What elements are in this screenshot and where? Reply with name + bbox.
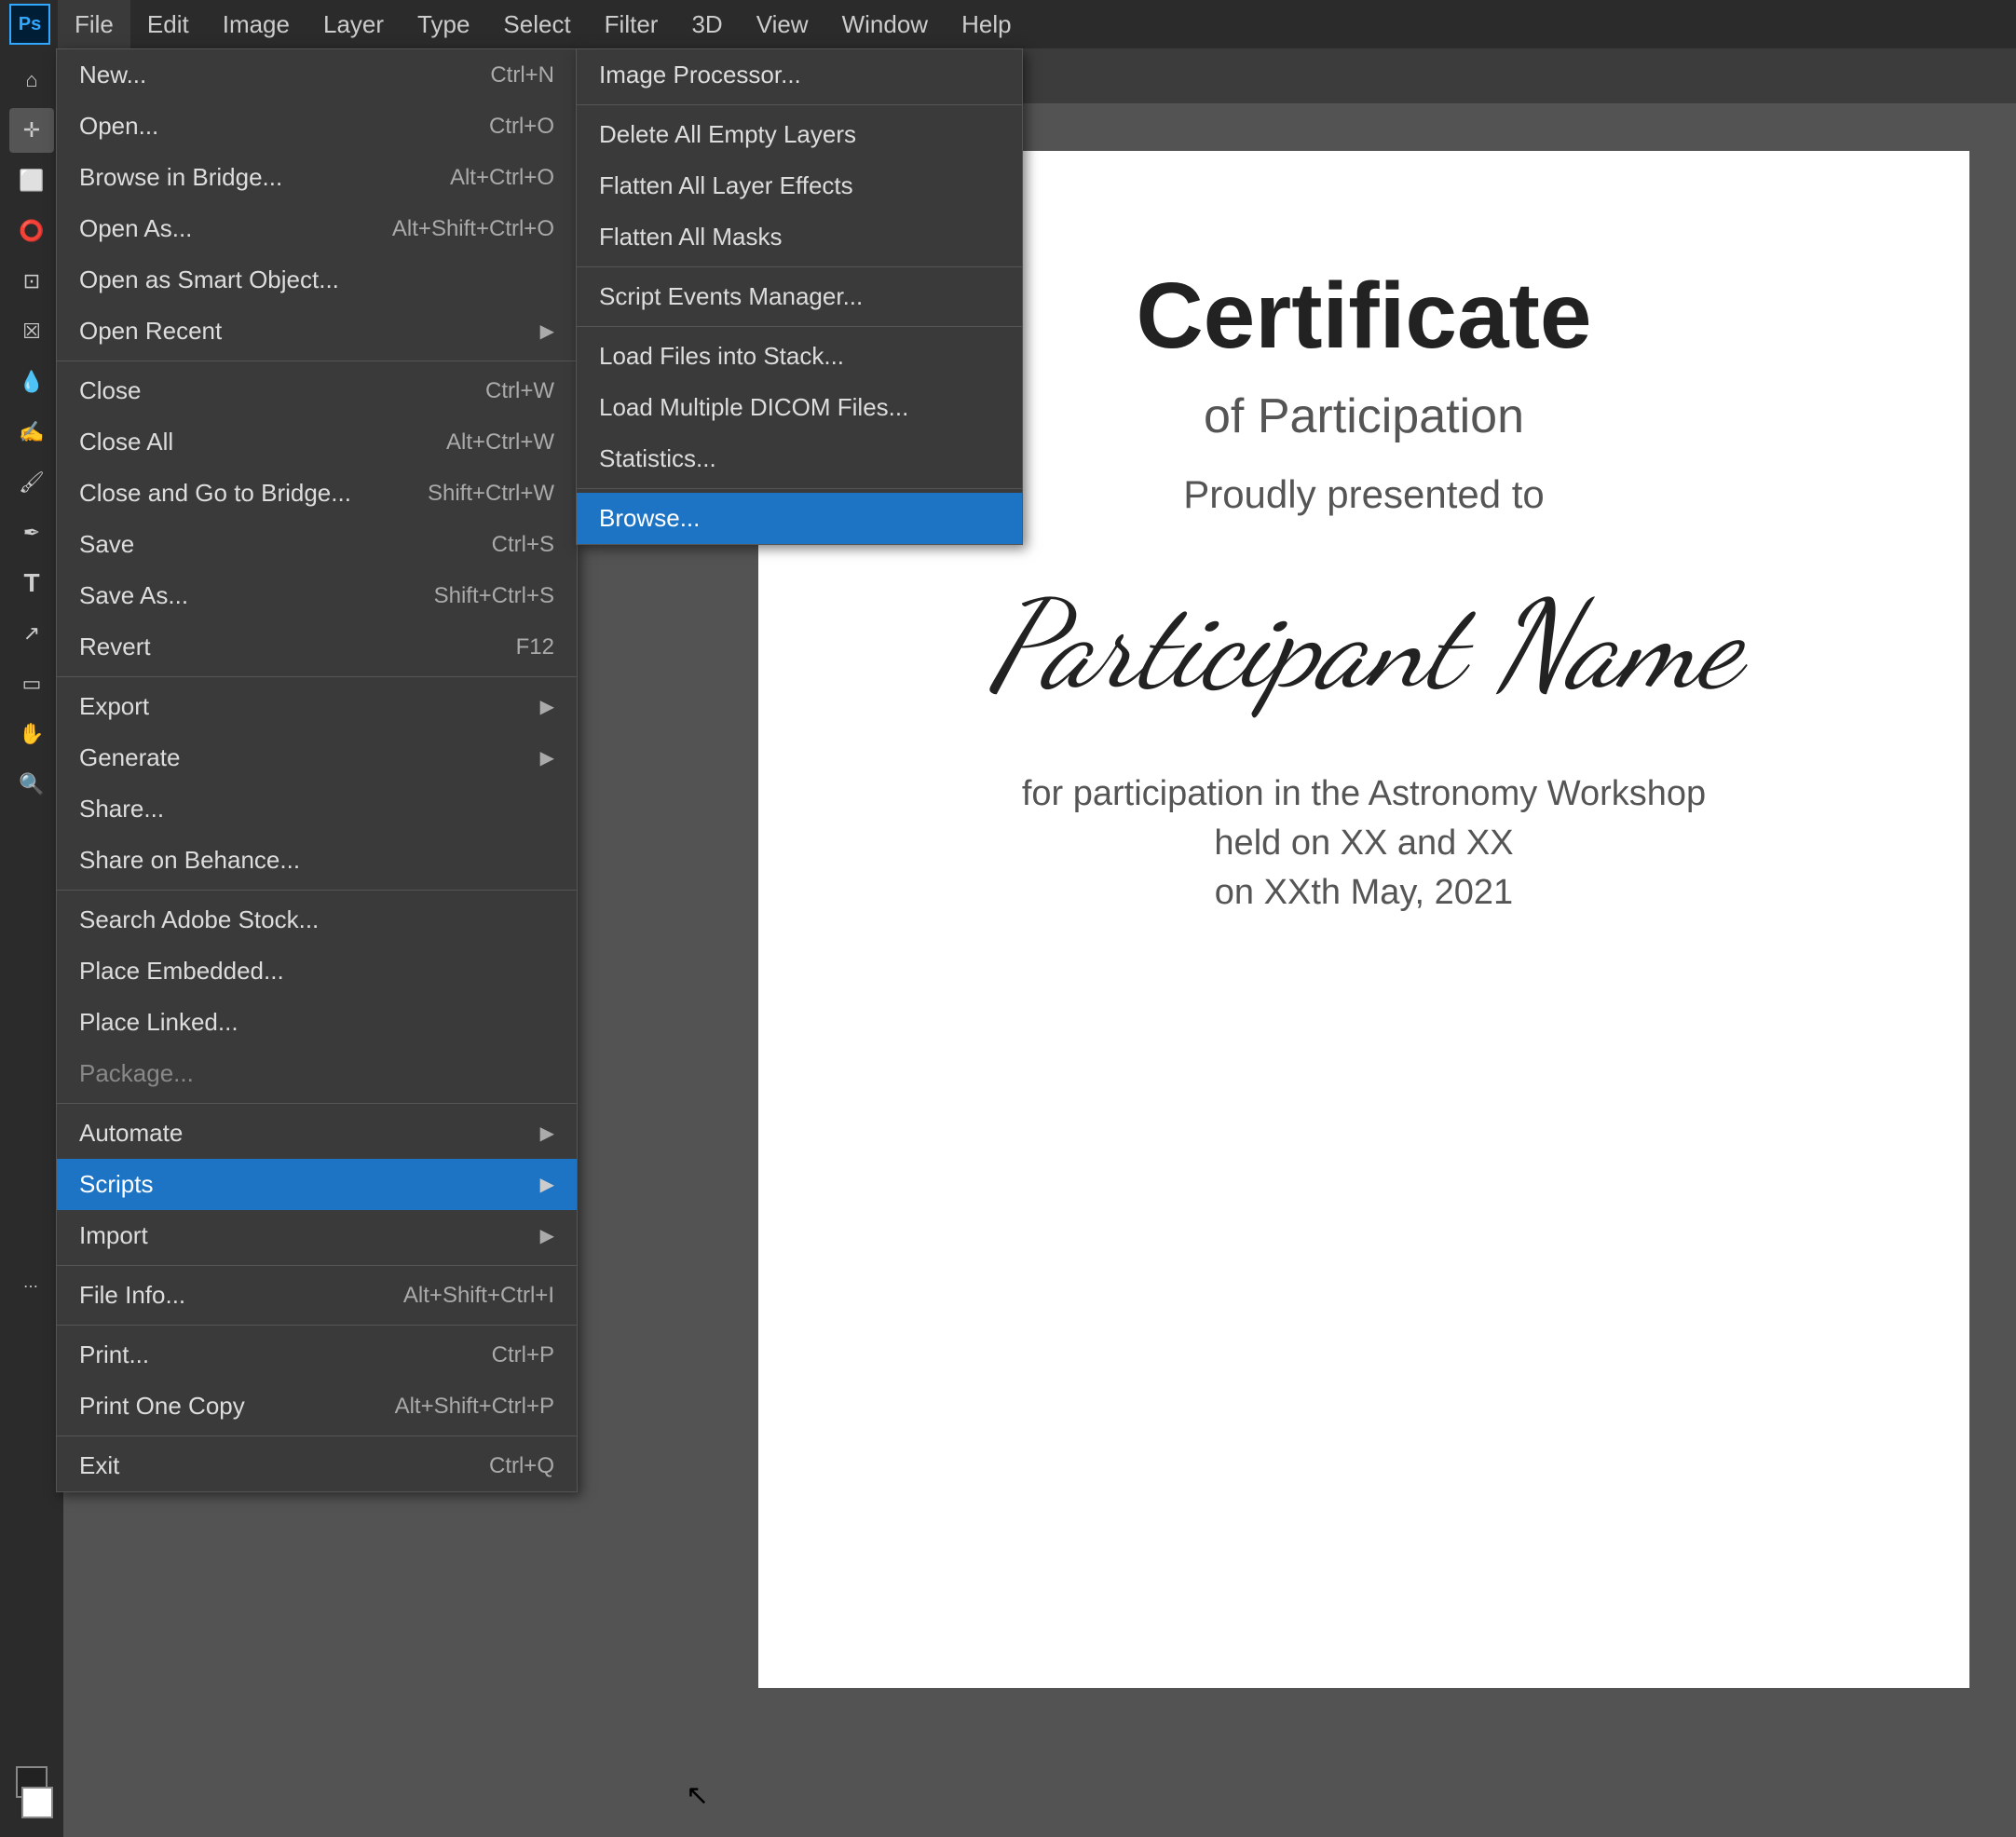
lasso-tool-icon[interactable]: ⭕ bbox=[9, 209, 54, 253]
file-place-embedded[interactable]: Place Embedded... bbox=[57, 946, 577, 997]
selection-tool-icon[interactable]: ⬜ bbox=[9, 158, 54, 203]
file-export[interactable]: Export ▶ bbox=[57, 681, 577, 732]
left-tool-panel: ⌂ ✛ ⬜ ⭕ ⊡ ☒ 💧 ✍ 🖌 ✒ T ↗ ▭ ✋ 🔍 ⋯ bbox=[0, 48, 63, 1837]
scripts-delete-empty-layers[interactable]: Delete All Empty Layers bbox=[577, 109, 1022, 160]
cert-presented: Proudly presented to bbox=[1183, 472, 1545, 517]
menu-help[interactable]: Help bbox=[945, 0, 1028, 48]
menu-image[interactable]: Image bbox=[206, 0, 306, 48]
menu-view[interactable]: View bbox=[740, 0, 825, 48]
file-import[interactable]: Import ▶ bbox=[57, 1210, 577, 1261]
scripts-browse[interactable]: Browse... bbox=[577, 493, 1022, 544]
cert-for-line2: held on XX and XX bbox=[1214, 823, 1513, 864]
file-search-stock[interactable]: Search Adobe Stock... bbox=[57, 894, 577, 946]
file-automate[interactable]: Automate ▶ bbox=[57, 1108, 577, 1159]
file-info[interactable]: File Info... Alt+Shift+Ctrl+I bbox=[57, 1270, 577, 1321]
menu-3d[interactable]: 3D bbox=[674, 0, 739, 48]
file-revert[interactable]: Revert F12 bbox=[57, 621, 577, 673]
file-generate[interactable]: Generate ▶ bbox=[57, 732, 577, 783]
scripts-load-dicom[interactable]: Load Multiple DICOM Files... bbox=[577, 382, 1022, 433]
file-share-behance[interactable]: Share on Behance... bbox=[57, 835, 577, 886]
file-browse-bridge[interactable]: Browse in Bridge... Alt+Ctrl+O bbox=[57, 152, 577, 203]
scripts-divider-2 bbox=[577, 266, 1022, 267]
scripts-flatten-layer-effects[interactable]: Flatten All Layer Effects bbox=[577, 160, 1022, 211]
cert-date: on XXth May, 2021 bbox=[1215, 873, 1513, 913]
path-selection-icon[interactable]: ↗ bbox=[9, 611, 54, 656]
file-close-go-bridge[interactable]: Close and Go to Bridge... Shift+Ctrl+W bbox=[57, 468, 577, 519]
file-exit[interactable]: Exit Ctrl+Q bbox=[57, 1440, 577, 1491]
file-print[interactable]: Print... Ctrl+P bbox=[57, 1329, 577, 1381]
more-tools-icon[interactable]: ⋯ bbox=[9, 1264, 54, 1309]
file-scripts[interactable]: Scripts ▶ bbox=[57, 1159, 577, 1210]
menu-layer[interactable]: Layer bbox=[306, 0, 401, 48]
cert-subtitle: of Participation bbox=[1204, 388, 1524, 444]
menu-bar: Ps File Edit Image Layer Type Select Fil… bbox=[0, 0, 2016, 48]
scripts-statistics[interactable]: Statistics... bbox=[577, 433, 1022, 484]
file-menu-dropdown: New... Ctrl+N Open... Ctrl+O Browse in B… bbox=[56, 48, 578, 1492]
hand-tool-icon[interactable]: ✋ bbox=[9, 712, 54, 756]
file-open-smart-object[interactable]: Open as Smart Object... bbox=[57, 254, 577, 306]
file-close-all[interactable]: Close All Alt+Ctrl+W bbox=[57, 416, 577, 468]
menu-items: File Edit Image Layer Type Select Filter… bbox=[58, 0, 1028, 48]
paint-brush-icon[interactable]: 🖌 bbox=[9, 460, 54, 505]
scripts-divider-1 bbox=[577, 104, 1022, 105]
patch-tool-icon[interactable]: ☒ bbox=[9, 309, 54, 354]
file-new[interactable]: New... Ctrl+N bbox=[57, 49, 577, 101]
scripts-load-files-stack[interactable]: Load Files into Stack... bbox=[577, 331, 1022, 382]
scripts-events-manager[interactable]: Script Events Manager... bbox=[577, 271, 1022, 322]
cert-for-line1: for participation in the Astronomy Works… bbox=[1022, 774, 1706, 814]
menu-window[interactable]: Window bbox=[825, 0, 945, 48]
file-package[interactable]: Package... bbox=[57, 1048, 577, 1099]
file-open-recent[interactable]: Open Recent ▶ bbox=[57, 306, 577, 357]
scripts-divider-4 bbox=[577, 488, 1022, 489]
file-place-linked[interactable]: Place Linked... bbox=[57, 997, 577, 1048]
file-close[interactable]: Close Ctrl+W bbox=[57, 365, 577, 416]
pen-tool-icon[interactable]: ✒ bbox=[9, 510, 54, 555]
healing-tool-icon[interactable]: ✍ bbox=[9, 410, 54, 455]
scripts-flatten-masks[interactable]: Flatten All Masks bbox=[577, 211, 1022, 263]
eyedropper-tool-icon[interactable]: 💧 bbox=[9, 360, 54, 404]
divider-4 bbox=[57, 1103, 577, 1104]
scripts-divider-3 bbox=[577, 326, 1022, 327]
menu-select[interactable]: Select bbox=[486, 0, 587, 48]
divider-6 bbox=[57, 1325, 577, 1326]
scripts-image-processor[interactable]: Image Processor... bbox=[577, 49, 1022, 101]
file-open[interactable]: Open... Ctrl+O bbox=[57, 101, 577, 152]
menu-type[interactable]: Type bbox=[401, 0, 486, 48]
cert-name: Participant Name bbox=[988, 573, 1738, 718]
file-save-as[interactable]: Save As... Shift+Ctrl+S bbox=[57, 570, 577, 621]
type-tool-icon[interactable]: T bbox=[9, 561, 54, 606]
divider-3 bbox=[57, 890, 577, 891]
file-share[interactable]: Share... bbox=[57, 783, 577, 835]
scripts-submenu: Image Processor... Delete All Empty Laye… bbox=[576, 48, 1023, 545]
menu-filter[interactable]: Filter bbox=[588, 0, 675, 48]
crop-tool-icon[interactable]: ⊡ bbox=[9, 259, 54, 304]
menu-file[interactable]: File bbox=[58, 0, 130, 48]
home-icon[interactable]: ⌂ bbox=[9, 58, 54, 102]
move-tool-icon[interactable]: ✛ bbox=[9, 108, 54, 153]
file-save[interactable]: Save Ctrl+S bbox=[57, 519, 577, 570]
cert-title: Certificate bbox=[1136, 263, 1591, 370]
rectangle-tool-icon[interactable]: ▭ bbox=[9, 661, 54, 706]
file-open-as[interactable]: Open As... Alt+Shift+Ctrl+O bbox=[57, 203, 577, 254]
file-print-one-copy[interactable]: Print One Copy Alt+Shift+Ctrl+P bbox=[57, 1381, 577, 1432]
zoom-tool-icon[interactable]: 🔍 bbox=[9, 762, 54, 807]
ps-logo: Ps bbox=[9, 4, 50, 45]
divider-5 bbox=[57, 1265, 577, 1266]
divider-2 bbox=[57, 676, 577, 677]
menu-edit[interactable]: Edit bbox=[130, 0, 206, 48]
